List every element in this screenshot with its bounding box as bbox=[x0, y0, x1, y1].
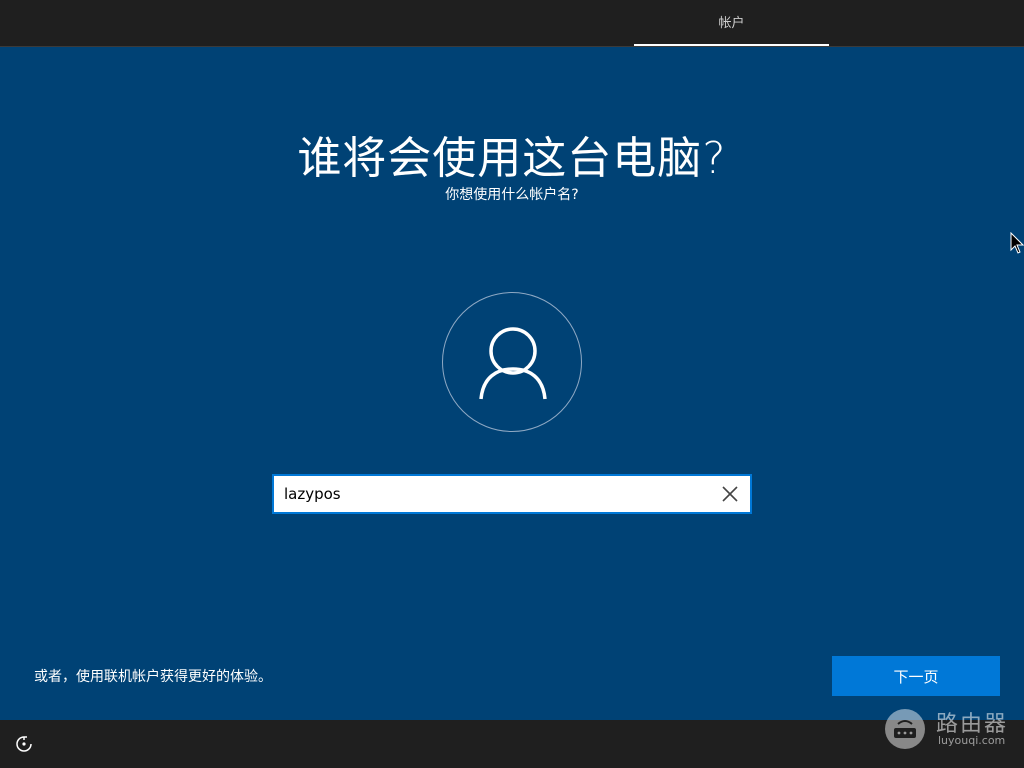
tab-account[interactable]: 帐户 bbox=[634, 0, 829, 46]
watermark: 路由器 luyouqi.com bbox=[882, 706, 1022, 752]
user-icon bbox=[479, 327, 547, 400]
bottom-bar bbox=[0, 720, 1024, 768]
username-input[interactable] bbox=[284, 476, 704, 512]
next-button[interactable]: 下一页 bbox=[832, 656, 1000, 696]
ease-of-access-icon bbox=[16, 736, 32, 752]
clear-input-button[interactable] bbox=[718, 482, 742, 506]
online-account-link[interactable]: 或者，使用联机帐户获得更好的体验。 bbox=[34, 666, 272, 686]
avatar bbox=[442, 292, 582, 432]
close-icon bbox=[722, 486, 738, 502]
oobe-screen: 帐户 谁将会使用这台电脑? 你想使用什么帐户名? 或者，使用联机帐户获得更好的体… bbox=[0, 0, 1024, 768]
page-subtitle: 你想使用什么帐户名? bbox=[445, 187, 579, 203]
ease-of-access-button[interactable] bbox=[14, 734, 34, 754]
mouse-cursor-icon bbox=[1010, 232, 1024, 254]
top-bar: 帐户 bbox=[0, 0, 1024, 47]
page-title: 谁将会使用这台电脑? bbox=[297, 133, 727, 184]
watermark-subtitle: luyouqi.com bbox=[938, 734, 1006, 747]
username-field-wrapper bbox=[272, 474, 752, 514]
router-logo-icon bbox=[885, 709, 925, 749]
